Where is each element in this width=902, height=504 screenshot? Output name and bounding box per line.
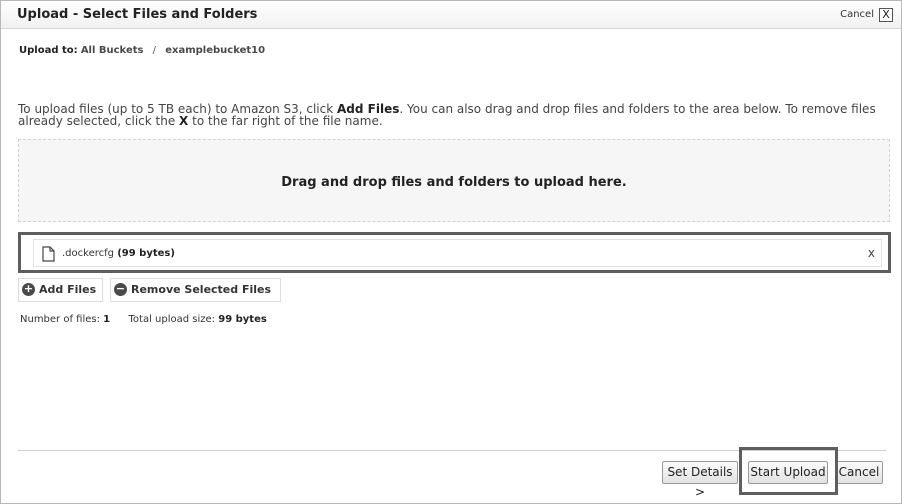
breadcrumb-all-buckets[interactable]: All Buckets (81, 45, 144, 56)
title-cancel-link[interactable]: Cancel (840, 9, 874, 20)
plus-circle-icon: + (22, 282, 35, 296)
file-icon (42, 246, 55, 262)
drop-zone[interactable]: Drag and drop files and folders to uploa… (18, 139, 890, 222)
instructions-x: X (179, 114, 189, 128)
start-upload-highlight (739, 447, 838, 495)
file-count-label: Number of files: (20, 314, 100, 325)
breadcrumb-label: Upload to: (19, 45, 78, 56)
total-size-label: Total upload size: (128, 314, 216, 325)
upload-instructions: To upload files (up to 5 TB each) to Ama… (18, 102, 876, 128)
file-size: (99 bytes) (117, 248, 175, 259)
remove-file-icon[interactable]: x (868, 246, 875, 260)
add-files-button[interactable]: + Add Files (18, 278, 103, 302)
file-row[interactable]: .dockercfg (99 bytes) x (33, 239, 882, 267)
breadcrumb: Upload to: All Buckets / examplebucket10 (19, 45, 265, 56)
file-count: 1 (103, 314, 111, 325)
file-list: .dockercfg (99 bytes) x (18, 232, 891, 273)
cancel-button[interactable]: Cancel (835, 461, 883, 484)
drop-zone-text: Drag and drop files and folders to uploa… (281, 175, 627, 190)
total-size: 99 bytes (218, 314, 267, 325)
close-icon[interactable]: X (879, 8, 893, 22)
breadcrumb-bucket[interactable]: examplebucket10 (165, 45, 265, 56)
minus-circle-icon: − (114, 282, 127, 296)
upload-summary: Number of files: 1 Total upload size: 99… (20, 314, 267, 325)
set-details-button[interactable]: Set Details > (662, 461, 738, 499)
file-name: .dockercfg (99 bytes) (62, 248, 175, 259)
upload-dialog: Upload - Select Files and Folders Cancel… (0, 0, 902, 504)
remove-selected-label: Remove Selected Files (131, 283, 272, 296)
dialog-titlebar: Upload - Select Files and Folders Cancel… (1, 1, 901, 29)
breadcrumb-separator: / (152, 45, 157, 56)
dialog-title: Upload - Select Files and Folders (17, 7, 258, 22)
add-files-label: Add Files (39, 283, 97, 296)
remove-selected-files-button[interactable]: − Remove Selected Files (110, 278, 281, 302)
